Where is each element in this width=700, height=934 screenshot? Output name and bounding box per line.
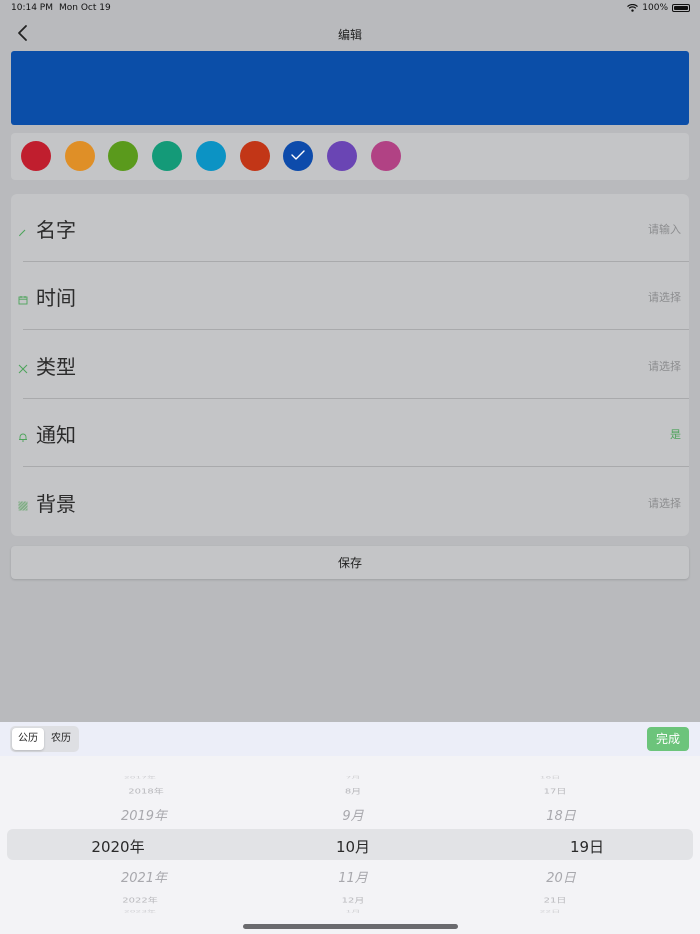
color-swatch-blue[interactable] xyxy=(283,141,314,171)
form-row-label: 通知 xyxy=(36,423,76,448)
color-preview xyxy=(11,51,689,125)
form-row-label: 类型 xyxy=(36,354,76,379)
year-wheel[interactable]: 2017年 2018年 2019年 2020年 2021年 2022年 2023… xyxy=(68,756,168,934)
wifi-icon xyxy=(627,4,639,12)
date-picker-sheet: 公历 农历 完成 2017年 2018年 2019年 2020年 2021年 2… xyxy=(0,722,700,934)
form-row-label: 名字 xyxy=(36,218,76,242)
status-right: 100% xyxy=(627,3,690,13)
color-swatch-purple[interactable] xyxy=(326,141,357,171)
form-row[interactable]: 名字 请输入 xyxy=(11,194,689,262)
form-row-value: 请选择 xyxy=(648,359,681,373)
day-item: 17日 xyxy=(543,788,567,796)
battery-percent: 100% xyxy=(642,3,668,13)
color-swatch-magenta[interactable] xyxy=(370,141,401,171)
page-title: 编辑 xyxy=(337,28,362,42)
done-button[interactable]: 完成 xyxy=(647,727,689,751)
month-wheel[interactable]: 7月 8月 9月 10月 11月 12月 1月 xyxy=(313,756,393,934)
month-item: 1月 xyxy=(345,910,361,914)
status-date: Mon Oct 19 xyxy=(59,3,111,13)
year-item: 2019年 xyxy=(120,809,168,824)
month-item-selected: 10月 xyxy=(335,838,371,856)
day-item: 22日 xyxy=(539,910,561,914)
year-item: 2022年 xyxy=(122,897,158,905)
month-item: 7月 xyxy=(345,776,361,780)
color-swatch-teal[interactable] xyxy=(152,141,183,171)
form-row[interactable]: 类型 请选择 xyxy=(11,331,689,399)
picker-toolbar: 公历 农历 完成 xyxy=(0,722,700,756)
year-item: 2023年 xyxy=(124,910,156,914)
color-swatch-cyan[interactable] xyxy=(195,141,226,171)
color-swatch-crimson[interactable] xyxy=(21,141,51,171)
day-item: 21日 xyxy=(543,897,567,905)
month-item: 12月 xyxy=(341,897,365,905)
year-item: 2021年 xyxy=(120,871,168,886)
day-item-selected: 19日 xyxy=(569,838,605,856)
form-row[interactable]: 时间 请选择 xyxy=(11,262,689,331)
nav-bar: 编辑 xyxy=(0,18,700,48)
form-row-label: 背景 xyxy=(36,491,76,516)
status-time: 10:14 PM Mon Oct 19 xyxy=(11,3,111,13)
segment-solar[interactable]: 公历 xyxy=(12,728,44,750)
battery-icon xyxy=(672,4,690,12)
month-item: 8月 xyxy=(344,788,362,796)
tag-icon xyxy=(18,359,28,374)
color-swatch-red[interactable] xyxy=(239,141,270,171)
month-item: 11月 xyxy=(338,871,368,886)
form-row-value: 请选择 xyxy=(648,496,681,510)
pencil-icon xyxy=(18,222,28,237)
calendar-type-segmented-control: 公历 农历 xyxy=(10,726,79,752)
form-row-value: 是 xyxy=(670,428,681,442)
form-card: 名字 请输入 时间 请选择 类型 请选择 通知是背景 请选择 xyxy=(11,194,689,536)
color-swatch-green[interactable] xyxy=(108,141,139,171)
calendar-icon xyxy=(18,290,28,305)
day-item: 16日 xyxy=(539,776,561,780)
form-row[interactable]: 背景 请选择 xyxy=(11,468,689,536)
color-swatch-row xyxy=(11,133,689,180)
year-item-selected: 2020年 xyxy=(91,838,145,856)
day-item: 18日 xyxy=(546,809,576,824)
checkmark-icon xyxy=(291,150,305,160)
form-row-label: 时间 xyxy=(36,286,76,311)
status-time-text: 10:14 PM xyxy=(11,3,53,13)
form-row-value: 请选择 xyxy=(648,291,681,305)
bell-icon xyxy=(18,427,28,442)
day-item: 20日 xyxy=(546,871,576,886)
year-item: 2018年 xyxy=(128,788,164,796)
form-row[interactable]: 通知 是 xyxy=(11,399,689,468)
status-bar: 10:14 PM Mon Oct 19 100% xyxy=(0,0,700,18)
day-wheel[interactable]: 16日 17日 18日 19日 20日 21日 22日 xyxy=(530,756,620,934)
color-swatch-orange[interactable] xyxy=(64,141,95,171)
form-row-value: 请输入 xyxy=(648,223,681,236)
save-button[interactable]: 保存 xyxy=(11,546,689,579)
image-icon xyxy=(18,496,28,511)
segment-lunar[interactable]: 农历 xyxy=(45,728,77,750)
home-indicator xyxy=(243,924,458,929)
month-item: 9月 xyxy=(342,809,364,824)
year-item: 2017年 xyxy=(124,776,156,780)
date-wheel-picker: 2017年 2018年 2019年 2020年 2021年 2022年 2023… xyxy=(0,756,700,934)
